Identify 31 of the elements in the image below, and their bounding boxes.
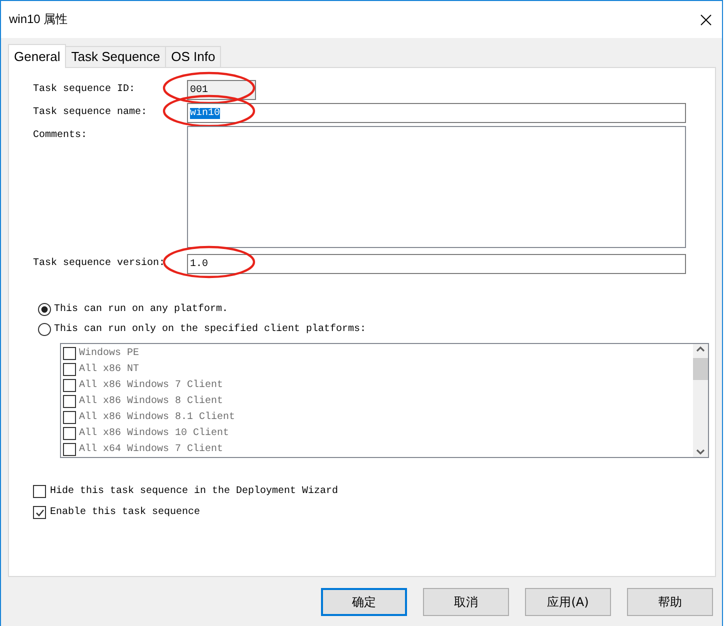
field-label: Comments:	[33, 129, 88, 141]
tab[interactable]: Task Sequence	[65, 46, 166, 67]
platform-label: All x86 Windows 7 Client	[79, 380, 224, 390]
field-label: Task sequence name:	[33, 106, 148, 118]
radio-button[interactable]	[38, 323, 51, 336]
close-icon[interactable]	[700, 14, 712, 26]
dialog-button[interactable]: 应用(A)	[525, 588, 611, 616]
tab[interactable]: General	[8, 44, 66, 68]
checkbox-label: Enable this task sequence	[50, 507, 200, 518]
field-label: Task sequence version:	[33, 256, 166, 269]
checkbox[interactable]	[33, 485, 46, 498]
text-area[interactable]	[187, 126, 686, 248]
platform-label: All x86 Windows 8.1 Client	[79, 412, 236, 422]
radio-label: This can run on any platform.	[54, 304, 228, 315]
platform-label: All x64 Windows 7 Client	[79, 444, 224, 454]
radio-button[interactable]	[38, 303, 51, 316]
checkbox-label: Hide this task sequence in the Deployment Wizard	[50, 486, 338, 497]
checkbox[interactable]	[33, 506, 46, 519]
radio-label: This can run only on the specified client platforms:	[54, 324, 366, 335]
platform-label: All x86 Windows 8 Client	[79, 396, 224, 406]
input-field[interactable]: win10	[187, 103, 686, 123]
platform-label: All x86 Windows 10 Client	[79, 428, 230, 438]
window-title: win10 属性	[9, 11, 68, 28]
platform-label: Windows PE	[79, 348, 140, 358]
input-field[interactable]: 1.0	[187, 254, 686, 274]
dialog-button[interactable]: 确定	[321, 588, 407, 616]
dialog-button[interactable]: 帮助	[627, 588, 713, 616]
platform-label: All x86 NT	[79, 364, 140, 374]
tab[interactable]: OS Info	[165, 46, 222, 67]
field-label: Task sequence ID:	[33, 82, 136, 95]
dialog-button[interactable]: 取消	[423, 588, 509, 616]
